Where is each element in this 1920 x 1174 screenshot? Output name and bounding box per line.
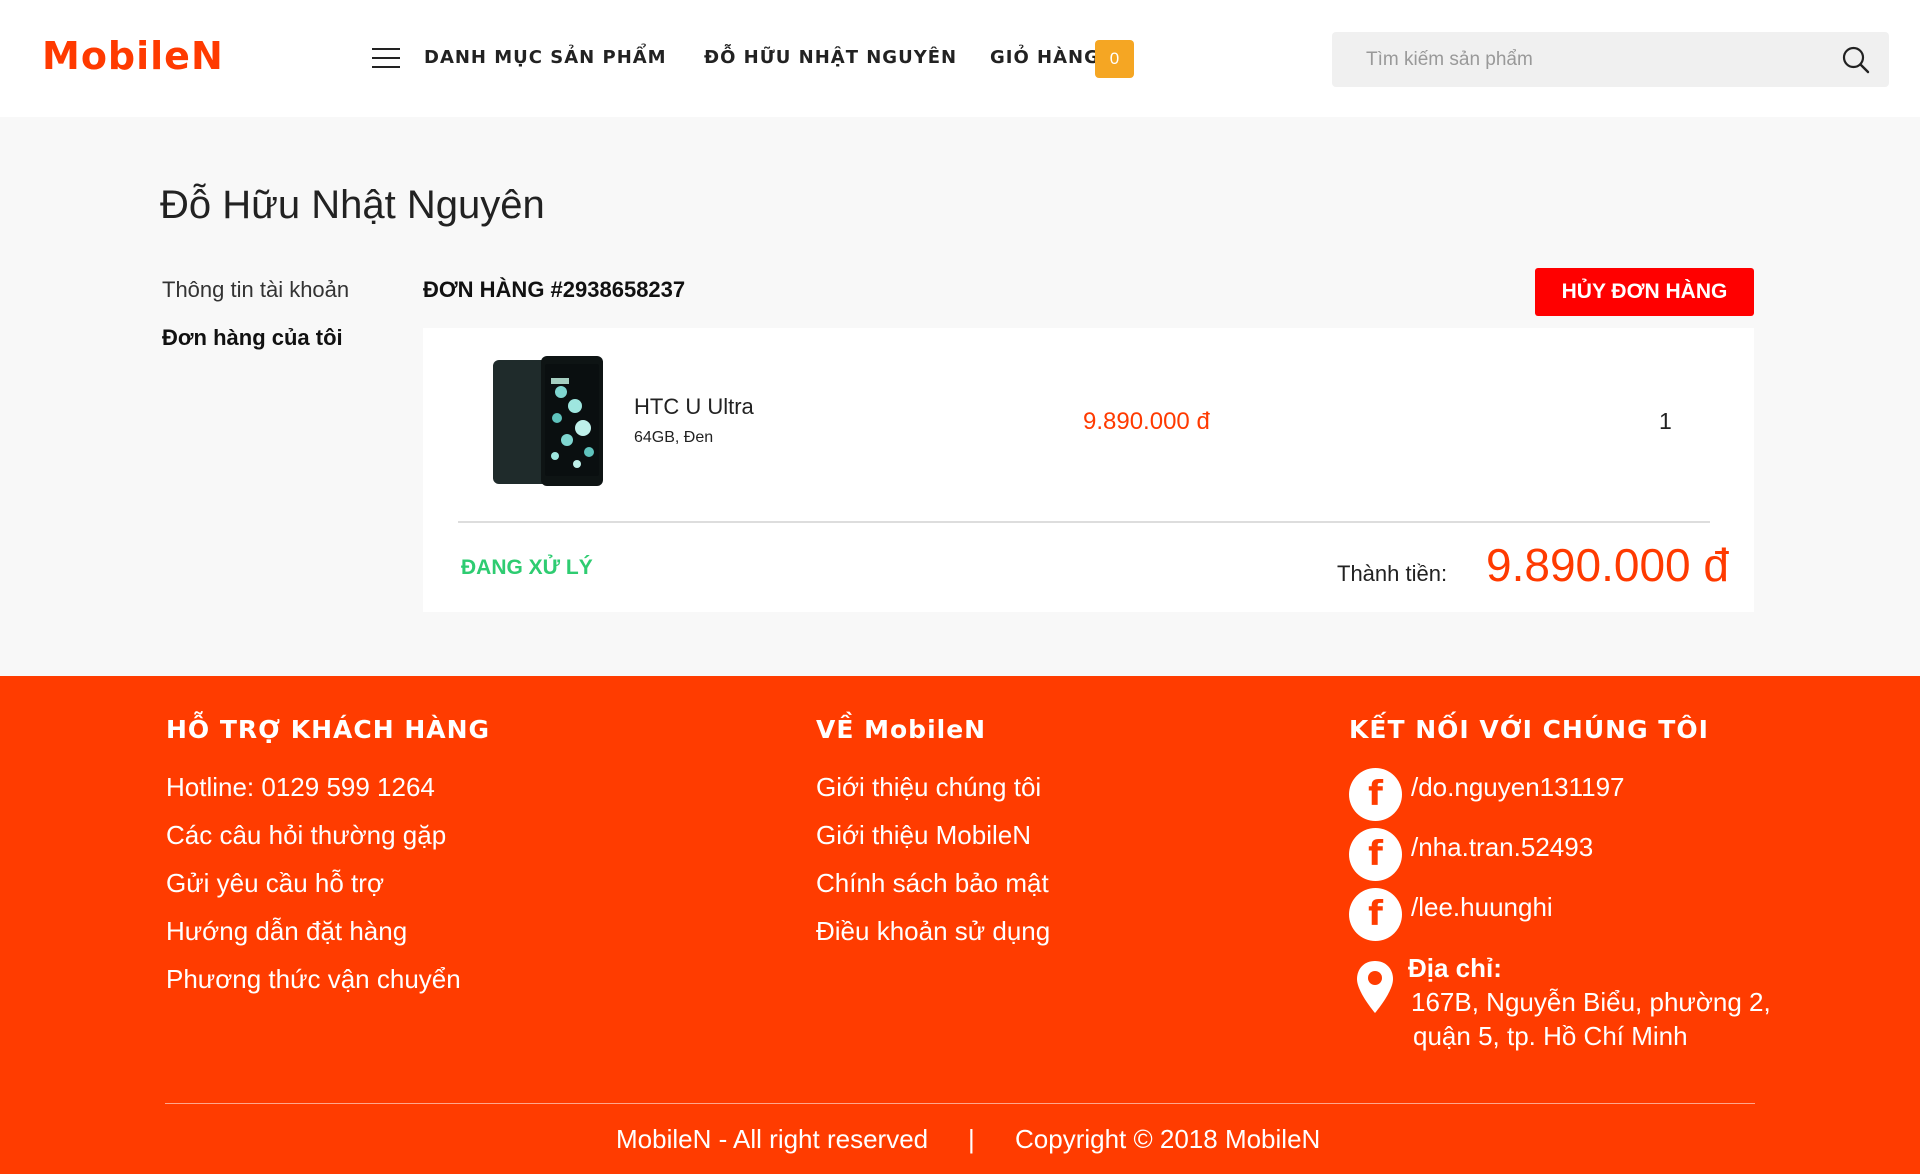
footer-link-about-us[interactable]: Giới thiệu chúng tôi xyxy=(816,772,1041,803)
footer-heading-about: VỀ MobileN xyxy=(816,715,987,744)
nav-product-categories[interactable]: DANH MỤC SẢN PHẨM xyxy=(424,47,667,68)
product-image[interactable] xyxy=(491,356,605,488)
sidebar-item-account-info[interactable]: Thông tin tài khoản xyxy=(162,277,349,303)
search-icon[interactable] xyxy=(1841,45,1871,75)
footer-link-shipping[interactable]: Phương thức vận chuyển xyxy=(166,964,461,995)
facebook-icon[interactable]: f xyxy=(1349,828,1402,881)
footer-rights-text: MobileN - All right reserved xyxy=(616,1124,929,1154)
cancel-order-button[interactable]: HỦY ĐƠN HÀNG xyxy=(1535,268,1754,316)
footer-heading-connect: KẾT NỐI VỚI CHÚNG TÔI xyxy=(1349,715,1709,744)
nav-cart[interactable]: GIỎ HÀNG xyxy=(990,47,1100,68)
footer-link-faq[interactable]: Các câu hỏi thường gặp xyxy=(166,820,446,851)
site-header: MobileN DANH MỤC SẢN PHẨM ĐỖ HỮU NHẬT NG… xyxy=(0,0,1920,117)
page-title: Đỗ Hữu Nhật Nguyên xyxy=(160,183,545,227)
sidebar-item-my-orders[interactable]: Đơn hàng của tôi xyxy=(162,325,343,351)
cart-count-badge[interactable]: 0 xyxy=(1095,40,1134,78)
order-divider xyxy=(458,521,1710,523)
order-total-value: 9.890.000 đ xyxy=(1486,539,1730,591)
product-quantity: 1 xyxy=(1659,408,1672,434)
facebook-icon[interactable]: f xyxy=(1349,888,1402,941)
search-input[interactable] xyxy=(1366,32,1826,87)
footer-link-about-mobilen[interactable]: Giới thiệu MobileN xyxy=(816,820,1031,851)
facebook-icon[interactable]: f xyxy=(1349,768,1402,821)
hamburger-menu-icon[interactable] xyxy=(372,48,400,70)
product-variant: 64GB, Đen xyxy=(634,429,714,446)
footer-link-support-request[interactable]: Gửi yêu cầu hỗ trợ xyxy=(166,868,384,899)
footer-separator: | xyxy=(968,1124,975,1154)
product-price: 9.890.000 đ xyxy=(1083,408,1210,435)
footer-link-terms[interactable]: Điều khoản sử dụng xyxy=(816,916,1050,947)
order-status-badge: ĐANG XỬ LÝ xyxy=(461,556,593,579)
order-card: HTC U Ultra 64GB, Đen 9.890.000 đ 1 ĐANG… xyxy=(423,328,1754,612)
address-line-2: quận 5, tp. Hồ Chí Minh xyxy=(1413,1021,1688,1051)
order-id-heading: ĐƠN HÀNG #2938658237 xyxy=(423,277,686,302)
nav-user-account[interactable]: ĐỖ HỮU NHẬT NGUYÊN xyxy=(704,47,957,68)
search-bar xyxy=(1332,32,1889,87)
site-footer: HỖ TRỢ KHÁCH HÀNG Hotline: 0129 599 1264… xyxy=(0,676,1920,1174)
site-logo[interactable]: MobileN xyxy=(42,34,224,78)
footer-divider xyxy=(165,1103,1755,1104)
footer-link-order-guide[interactable]: Hướng dẫn đặt hàng xyxy=(166,916,407,947)
address-line-1: 167B, Nguyễn Biểu, phường 2, xyxy=(1411,987,1771,1017)
footer-link-hotline[interactable]: Hotline: 0129 599 1264 xyxy=(166,772,435,803)
product-name[interactable]: HTC U Ultra xyxy=(634,394,754,420)
footer-heading-support: HỖ TRỢ KHÁCH HÀNG xyxy=(166,715,491,744)
address-label: Địa chỉ: xyxy=(1408,953,1502,983)
footer-link-privacy[interactable]: Chính sách bảo mật xyxy=(816,868,1049,899)
footer-copyright-text: Copyright © 2018 MobileN xyxy=(1015,1124,1321,1154)
location-pin-icon xyxy=(1357,961,1393,1013)
order-total-label: Thành tiền: xyxy=(1337,561,1448,586)
facebook-link-2[interactable]: /nha.tran.52493 xyxy=(1411,832,1593,863)
facebook-link-3[interactable]: /lee.huunghi xyxy=(1411,892,1553,923)
facebook-link-1[interactable]: /do.nguyen131197 xyxy=(1411,772,1625,803)
